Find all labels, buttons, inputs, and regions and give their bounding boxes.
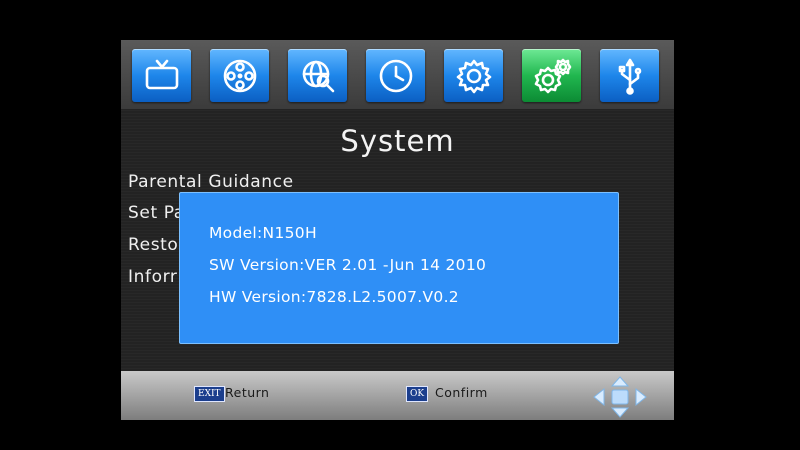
globe-search-icon	[302, 60, 334, 92]
menu-tile-usb[interactable]	[600, 49, 659, 102]
clock-icon	[379, 59, 412, 92]
page-title: System	[340, 124, 455, 158]
top-icon-bar	[121, 40, 674, 109]
gears-system-icon	[534, 58, 571, 93]
information-popup: Model:N150H SW Version:VER 2.01 -Jun 14 …	[179, 192, 619, 344]
menu-tile-media[interactable]	[210, 49, 269, 102]
model-text: Model:N150H	[209, 224, 317, 242]
tv-icon	[145, 59, 178, 89]
tv-screen: System Parental Guidance Set Pa Resto In…	[121, 40, 674, 420]
exit-key-icon: EXIT	[194, 386, 225, 402]
usb-icon	[618, 58, 641, 95]
ok-key-icon: OK	[406, 386, 429, 402]
menu-item-set-password[interactable]: Set Pa	[128, 203, 185, 223]
hw-version-text: HW Version:7828.L2.5007.V0.2	[209, 288, 459, 306]
menu-tile-search[interactable]	[288, 49, 347, 102]
film-reel-icon	[223, 59, 256, 92]
menu-tile-time[interactable]	[366, 49, 425, 102]
menu-item-restore[interactable]: Resto	[128, 235, 178, 255]
bottom-hint-bar: EXIT Return OK Confirm	[121, 371, 674, 420]
direction-pad-icon	[593, 376, 647, 418]
gear-icon	[456, 59, 491, 93]
menu-tile-tv[interactable]	[132, 49, 191, 102]
menu-tile-settings[interactable]	[444, 49, 503, 102]
menu-item-information[interactable]: Inforr	[128, 267, 177, 287]
menu-tile-system[interactable]	[522, 49, 581, 102]
confirm-hint: Confirm	[435, 385, 488, 400]
sw-version-text: SW Version:VER 2.01 -Jun 14 2010	[209, 256, 487, 274]
return-hint: Return	[225, 385, 270, 400]
menu-item-parental-guidance[interactable]: Parental Guidance	[128, 172, 294, 192]
